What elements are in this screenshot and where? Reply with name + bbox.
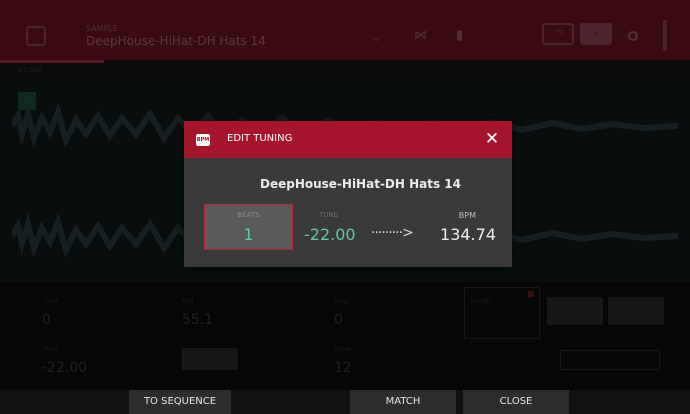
sample-name: DeepHouse-HiHat-DH Hats 14 — [259, 177, 461, 191]
to-sequence-button[interactable]: To Sequence — [129, 390, 231, 414]
bpm-value: 134.74 — [440, 225, 496, 244]
tune-value[interactable]: -22.00 — [304, 225, 356, 244]
arrow-icon: ·········> — [371, 225, 414, 241]
tune-label: Tune — [319, 211, 339, 219]
close-icon[interactable]: ✕ — [482, 129, 502, 149]
beats-label: Beats — [237, 211, 260, 219]
match-button[interactable]: Match — [350, 390, 456, 414]
close-button[interactable]: Close — [463, 390, 569, 414]
footer-bar — [0, 390, 690, 414]
bpm-label: BPM — [458, 211, 476, 220]
beats-field[interactable]: Beats 1 — [204, 204, 293, 250]
bpm-icon: BPM — [196, 134, 210, 146]
edit-tuning-dialog: BPM Edit Tuning ✕ DeepHouse-HiHat-DH Hat… — [184, 121, 512, 267]
beats-value: 1 — [243, 225, 254, 244]
dialog-title: Edit Tuning — [227, 133, 293, 144]
dialog-header: BPM Edit Tuning ✕ — [184, 121, 512, 158]
